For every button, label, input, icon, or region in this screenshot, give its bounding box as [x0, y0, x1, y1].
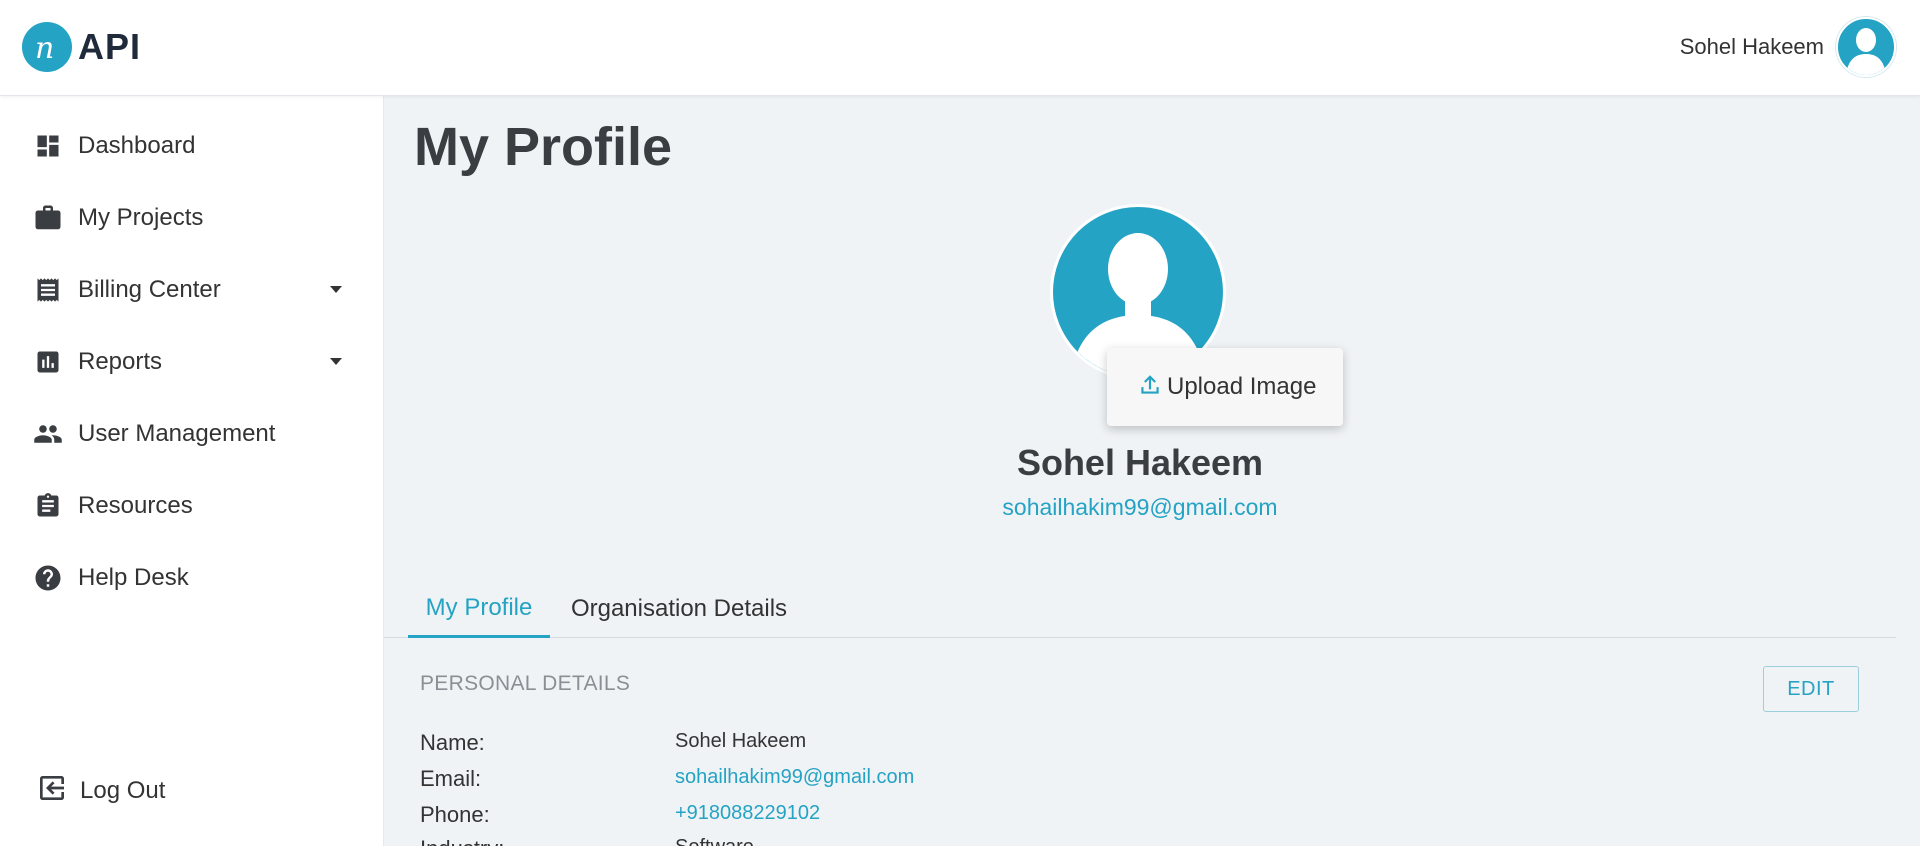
- detail-row-industry: Industry: Software: [420, 836, 1420, 846]
- svg-text:n: n: [35, 31, 54, 65]
- receipt-icon: [32, 274, 64, 306]
- briefcase-icon: [32, 202, 64, 234]
- sidebar-item-reports[interactable]: Reports: [0, 332, 384, 392]
- sidebar-item-billing-center[interactable]: Billing Center: [0, 260, 384, 320]
- chevron-down-icon[interactable]: [330, 286, 342, 293]
- profile-name: Sohel Hakeem: [1016, 442, 1264, 483]
- app-logo[interactable]: n API: [22, 22, 141, 72]
- detail-value-phone[interactable]: +918088229102: [675, 802, 820, 825]
- sidebar-item-my-projects[interactable]: My Projects: [0, 188, 384, 248]
- chevron-down-icon[interactable]: [330, 358, 342, 365]
- detail-value-email[interactable]: sohailhakim99@gmail.com: [675, 766, 914, 789]
- logo-mark: n: [22, 22, 72, 72]
- profile-email[interactable]: sohailhakim99@gmail.com: [384, 494, 1896, 521]
- profile-tabs: My Profile Organisation Details: [384, 580, 1896, 638]
- logout-icon: [36, 772, 68, 809]
- sidebar-item-label: Help Desk: [78, 564, 189, 591]
- header-avatar[interactable]: [1836, 17, 1896, 77]
- detail-key: Email:: [420, 766, 482, 791]
- sidebar-item-help-desk[interactable]: Help Desk: [0, 548, 384, 608]
- sidebar-item-label: Reports: [78, 348, 163, 375]
- tab-organisation-details[interactable]: Organisation Details: [560, 580, 798, 638]
- detail-row-name: Name: Sohel Hakeem: [420, 730, 1420, 766]
- upload-image-button[interactable]: Upload Image: [1107, 348, 1343, 426]
- tab-my-profile[interactable]: My Profile: [408, 580, 550, 638]
- upload-icon: [1137, 372, 1163, 403]
- sidebar-item-resources[interactable]: Resources: [0, 476, 384, 536]
- clipboard-icon: [32, 490, 64, 522]
- sidebar-item-label: Billing Center: [78, 276, 221, 303]
- detail-value: Software: [675, 836, 754, 846]
- help-circle-icon: [32, 562, 64, 594]
- detail-key: Name:: [420, 730, 485, 755]
- sidebar: Dashboard My Projects Billing Center Rep…: [0, 96, 384, 846]
- detail-row-phone: Phone: +918088229102: [420, 802, 1420, 838]
- user-menu[interactable]: Sohel Hakeem: [1680, 17, 1896, 77]
- top-header: n API Sohel Hakeem: [0, 0, 1920, 96]
- sidebar-item-label: Dashboard: [78, 132, 196, 159]
- section-title: PERSONAL DETAILS: [420, 672, 631, 695]
- detail-key: Industry:: [420, 836, 504, 846]
- logout-label: Log Out: [80, 776, 166, 804]
- dashboard-icon: [32, 130, 64, 162]
- page-title: My Profile: [414, 117, 673, 177]
- user-silhouette-icon: [1846, 28, 1886, 75]
- header-user-name: Sohel Hakeem: [1679, 34, 1824, 59]
- sidebar-item-label: User Management: [78, 420, 276, 447]
- sidebar-item-label: Resources: [78, 492, 193, 519]
- detail-key: Phone:: [420, 802, 490, 827]
- edit-button[interactable]: EDIT: [1763, 666, 1859, 712]
- detail-row-email: Email: sohailhakim99@gmail.com: [420, 766, 1420, 802]
- detail-value: Sohel Hakeem: [675, 730, 807, 752]
- people-icon: [32, 418, 64, 450]
- sidebar-item-dashboard[interactable]: Dashboard: [0, 116, 384, 176]
- sidebar-item-user-management[interactable]: User Management: [0, 404, 384, 464]
- main-content: My Profile Upload Image Sohel Hakeem soh…: [384, 96, 1920, 846]
- sidebar-item-label: My Projects: [78, 204, 204, 231]
- upload-image-label: Upload Image: [1167, 373, 1317, 400]
- logout-button[interactable]: Log Out: [36, 772, 165, 809]
- bar-chart-icon: [32, 346, 64, 378]
- logo-text: API: [78, 26, 142, 67]
